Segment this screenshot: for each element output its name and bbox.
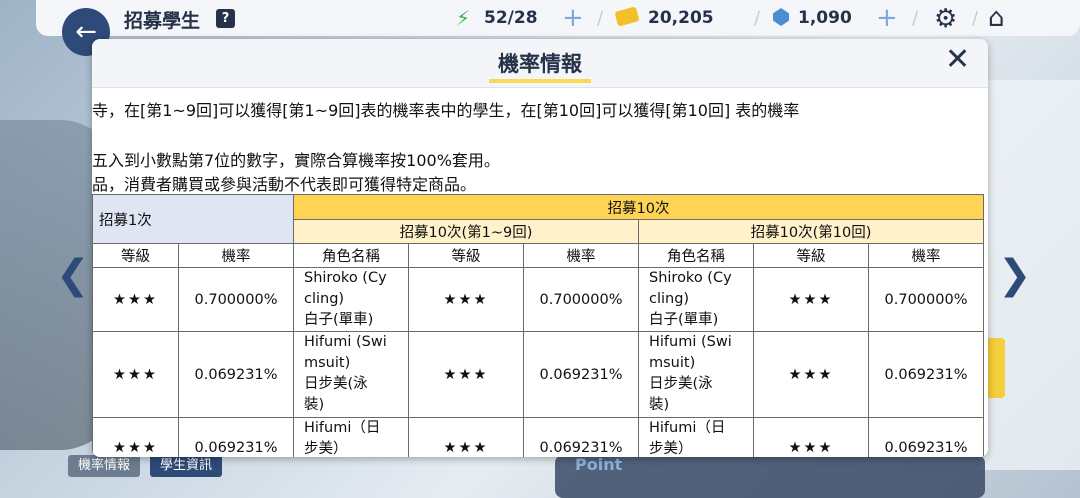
col-grade: 等級 xyxy=(408,243,524,268)
gem-counter: 1,090 xyxy=(798,8,852,28)
col-grade: 等級 xyxy=(753,243,869,268)
grade-cell: ★★★ xyxy=(753,417,869,457)
title-underline xyxy=(489,79,591,83)
name-cell: Hifumi（日 步美） xyxy=(638,417,754,457)
divider: / xyxy=(754,8,761,29)
divider: / xyxy=(912,8,919,29)
next-arrow-icon[interactable]: ❯ xyxy=(998,252,1032,298)
modal-content[interactable]: 寺，在[第1~9回]可以獲得[第1~9回]表的機率表中的學生，在[第10回]可以… xyxy=(92,87,988,457)
rate-cell: 0.700000% xyxy=(523,267,639,332)
rate-cell: 0.069231% xyxy=(523,417,639,457)
col-name: 角色名稱 xyxy=(638,243,754,268)
help-icon[interactable]: ? xyxy=(216,9,235,28)
close-icon[interactable]: ✕ xyxy=(945,42,970,77)
point-label: Point xyxy=(575,455,623,474)
col-rate: 機率 xyxy=(523,243,639,268)
prev-arrow-icon[interactable]: ❮ xyxy=(56,252,90,298)
divider: / xyxy=(972,8,979,29)
rate-cell: 0.069231% xyxy=(868,331,984,418)
col-rate: 機率 xyxy=(868,243,984,268)
info-text: 五入到小數點第7位的數字，實際合算機率按100%套用。 xyxy=(92,151,500,170)
rate-cell: 0.700000% xyxy=(178,267,294,332)
credit-counter: 20,205 xyxy=(648,8,714,28)
name-cell: Shiroko (Cy cling) 白子(單車) xyxy=(638,267,754,332)
tab-probability[interactable]: 機率情報 xyxy=(68,455,141,477)
ap-counter: 52/28 xyxy=(484,8,538,28)
grade-cell: ★★★ xyxy=(408,267,524,332)
rate-cell: 0.700000% xyxy=(868,267,984,332)
grade-cell: ★★★ xyxy=(408,417,524,457)
add-gem-button[interactable]: + xyxy=(876,3,898,33)
grade-cell: ★★★ xyxy=(92,267,179,332)
tab-student-info[interactable]: 學生資訊 xyxy=(150,455,223,477)
divider: / xyxy=(597,8,604,29)
grade-cell: ★★★ xyxy=(753,267,869,332)
col-rate: 機率 xyxy=(178,243,294,268)
rate-cell: 0.069231% xyxy=(523,331,639,418)
grade-cell: ★★★ xyxy=(753,331,869,418)
table-row: ★★★ 0.069231% Hifumi（日 步美） ★★★ 0.069231% Hifum… xyxy=(92,417,984,457)
page-title: 招募學生 xyxy=(124,10,201,32)
table-row: ★★★ 0.700000% Shiroko (Cy cling) 白子(單車) ★★★ 0.… xyxy=(92,267,984,332)
col-grade: 等級 xyxy=(92,243,179,268)
grade-cell: ★★★ xyxy=(92,417,179,457)
info-text: 品，消費者購買或參與活動不代表即可獲得特定商品。 xyxy=(92,175,477,194)
probability-table: 招募1次 招募10次 招募10次(第1~9回) 招募10次(第10回) 等級 機… xyxy=(92,194,984,457)
rate-cell: 0.069231% xyxy=(178,331,294,418)
background-accent xyxy=(985,338,1005,398)
modal-title: 機率情報 xyxy=(498,52,582,76)
name-cell: Hifumi（日 步美） xyxy=(293,417,409,457)
grade-cell: ★★★ xyxy=(408,331,524,418)
lightning-icon: ⚡ xyxy=(456,6,471,30)
probability-modal: 機率情報 ✕ 寺，在[第1~9回]可以獲得[第1~9回]表的機率表中的學生，在[… xyxy=(92,39,988,457)
gear-icon[interactable]: ⚙ xyxy=(934,4,957,34)
grade-cell: ★★★ xyxy=(92,331,179,418)
info-text: 寺，在[第1~9回]可以獲得[第1~9回]表的機率表中的學生，在[第10回]可以… xyxy=(92,101,800,120)
rate-cell: 0.069231% xyxy=(868,417,984,457)
rate-cell: 0.069231% xyxy=(178,417,294,457)
table-row: ★★★ 0.069231% Hifumi (Swi msuit) 日步美(泳 裝) ★★★ 0… xyxy=(92,331,984,418)
header-ten-10: 招募10次(第10回) xyxy=(638,219,984,244)
modal-header: 機率情報 ✕ xyxy=(92,39,988,88)
add-ap-button[interactable]: + xyxy=(562,3,584,33)
name-cell: Shiroko (Cy cling) 白子(單車) xyxy=(293,267,409,332)
name-cell: Hifumi (Swi msuit) 日步美(泳 裝) xyxy=(638,331,754,418)
header-ten-1-9: 招募10次(第1~9回) xyxy=(293,219,639,244)
name-cell: Hifumi (Swi msuit) 日步美(泳 裝) xyxy=(293,331,409,418)
home-icon[interactable]: ⌂ xyxy=(988,3,1005,33)
col-name: 角色名稱 xyxy=(293,243,409,268)
header-once: 招募1次 xyxy=(92,194,294,244)
header-ten: 招募10次 xyxy=(293,194,984,220)
